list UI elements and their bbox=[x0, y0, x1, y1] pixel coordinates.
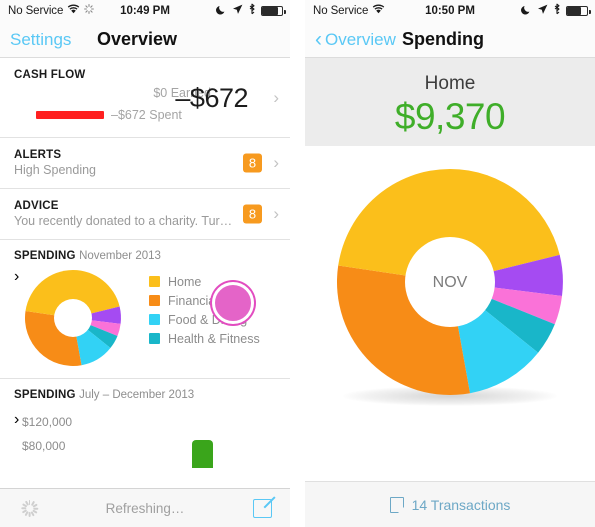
screenshot-root: No Service 10:49 PM Settings Overview CA… bbox=[0, 0, 595, 527]
legend-swatch-financial bbox=[149, 295, 160, 306]
advice-row[interactable]: ADVICE You recently donated to a charity… bbox=[0, 189, 290, 240]
spending-donut-area: NOV bbox=[305, 146, 595, 418]
summary-amount-label: $9,370 bbox=[394, 96, 506, 137]
status-bar-right-group bbox=[521, 3, 591, 19]
cash-flow-body: $0 Earned –$672 Spent –$672 bbox=[14, 82, 260, 128]
location-arrow-icon bbox=[537, 4, 548, 19]
spending-summary-card: Home $9,370 bbox=[305, 58, 595, 157]
battery-icon bbox=[261, 6, 286, 16]
note-icon bbox=[389, 496, 404, 513]
spending-month-label: SPENDING bbox=[14, 250, 76, 262]
spending-range-period: July – December 2013 bbox=[79, 389, 195, 401]
alerts-title: ALERTS bbox=[14, 149, 62, 161]
status-bar-right: No Service 10:50 PM bbox=[305, 0, 595, 22]
overview-list: CASH FLOW $0 Earned –$672 Spent –$672 › … bbox=[0, 58, 290, 473]
bluetooth-icon bbox=[553, 3, 561, 19]
alerts-subtitle: High Spending bbox=[14, 163, 97, 177]
advice-title: ADVICE bbox=[14, 200, 59, 212]
selected-category-indicator[interactable] bbox=[212, 282, 254, 324]
spending-range-label: SPENDING bbox=[14, 389, 76, 401]
spending-month-title: SPENDING November 2013 bbox=[14, 250, 276, 262]
alerts-badge: 8 bbox=[243, 153, 262, 173]
spending-donut-chart[interactable]: NOV bbox=[334, 166, 566, 398]
bluetooth-icon bbox=[248, 3, 256, 19]
legend-item: Health & Fitness bbox=[149, 329, 260, 348]
spent-bar bbox=[36, 111, 104, 119]
transactions-label: 14 Transactions bbox=[411, 496, 511, 513]
spending-month-donut-chart bbox=[24, 270, 121, 366]
location-arrow-icon bbox=[232, 4, 243, 19]
refresh-status-label: Refreshing… bbox=[105, 500, 185, 516]
chevron-right-icon: › bbox=[14, 411, 20, 428]
spent-label: –$672 Spent bbox=[111, 108, 182, 122]
legend-label: Health & Fitness bbox=[168, 331, 260, 346]
spending-range-bar-chart: $120,000 $80,000 › bbox=[14, 411, 276, 473]
moon-icon bbox=[216, 4, 227, 19]
summary-category-label: Home bbox=[424, 73, 476, 94]
legend-swatch-food bbox=[149, 314, 160, 325]
status-bar-right-group bbox=[216, 3, 286, 19]
y-tick-label: $120,000 bbox=[22, 415, 73, 429]
y-tick-label: $80,000 bbox=[22, 439, 66, 453]
page-title: Spending bbox=[402, 29, 484, 49]
donut-hole bbox=[54, 299, 92, 337]
phone-overview-screen: No Service 10:49 PM Settings Overview CA… bbox=[0, 0, 290, 527]
donut-center-label: NOV bbox=[433, 274, 468, 291]
cash-flow-amount: –$672 bbox=[175, 83, 248, 113]
spending-month-chart-area: Home Financial Food & Dining Health & Fi… bbox=[14, 268, 276, 368]
advice-badge: 8 bbox=[243, 204, 262, 224]
legend-swatch-home bbox=[149, 276, 160, 287]
legend-label: Home bbox=[168, 274, 202, 289]
compose-icon[interactable] bbox=[253, 498, 272, 518]
battery-icon bbox=[566, 6, 591, 16]
chevron-right-icon: › bbox=[273, 204, 279, 223]
chevron-right-icon: › bbox=[273, 153, 279, 172]
nav-bar-right: ‹ Overview Spending bbox=[305, 22, 595, 58]
spending-month-row[interactable]: SPENDING November 2013 Home Financial Fo… bbox=[0, 240, 290, 379]
nav-bar-left: Settings Overview bbox=[0, 22, 290, 58]
bar-nov bbox=[192, 440, 213, 468]
spending-range-row[interactable]: SPENDING July – December 2013 $120,000 $… bbox=[0, 379, 290, 473]
page-title: Overview bbox=[97, 29, 178, 49]
status-bar-left: No Service 10:49 PM bbox=[0, 0, 290, 22]
spending-month-period: November 2013 bbox=[79, 250, 161, 262]
moon-icon bbox=[521, 4, 532, 19]
phone-spending-screen: No Service 10:50 PM ‹ Overview Spending … bbox=[305, 0, 595, 527]
cash-flow-title: CASH FLOW bbox=[14, 69, 86, 81]
bottom-toolbar-left: Refreshing… bbox=[0, 488, 290, 527]
cash-flow-row[interactable]: CASH FLOW $0 Earned –$672 Spent –$672 › bbox=[0, 58, 290, 138]
chevron-right-icon: › bbox=[273, 87, 279, 107]
spending-range-title: SPENDING July – December 2013 bbox=[14, 389, 276, 401]
alerts-row[interactable]: ALERTS High Spending 8 › bbox=[0, 138, 290, 189]
legend-swatch-health bbox=[149, 333, 160, 344]
legend-label: Financial bbox=[168, 293, 219, 308]
transactions-button[interactable]: 14 Transactions bbox=[305, 481, 595, 527]
advice-subtitle: You recently donated to a charity. Tur… bbox=[14, 214, 233, 228]
